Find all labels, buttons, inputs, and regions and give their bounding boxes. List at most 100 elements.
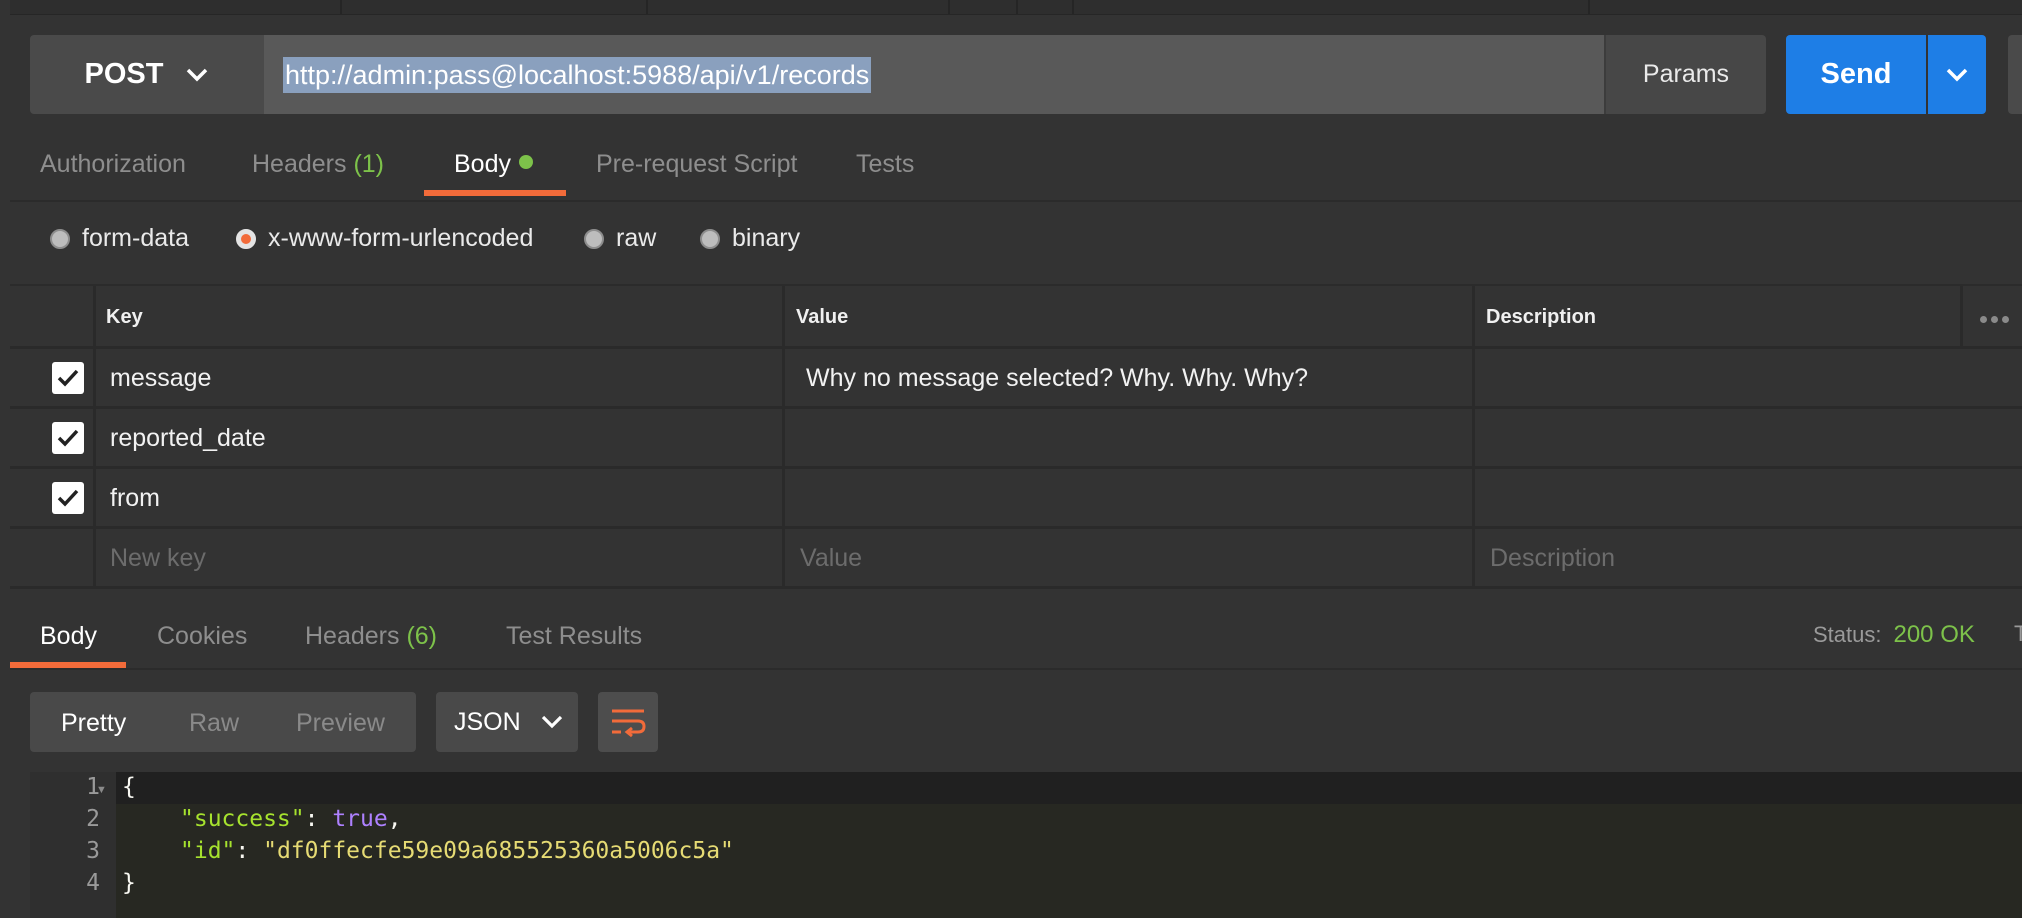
params-label: Params bbox=[1642, 60, 1730, 88]
row-value[interactable]: Why no message selected? Why. Why. Why? bbox=[806, 364, 1308, 393]
url-text: http://admin:pass@localhost:5988/api/v1/… bbox=[283, 56, 872, 93]
response-body-editor[interactable]: 1 ▼ 2 3 4 { "success": true, "id": "df0f… bbox=[30, 772, 2022, 918]
radio-form-data[interactable]: form-data bbox=[50, 224, 189, 253]
line-number: 3 bbox=[86, 838, 100, 864]
request-tabs: Authorization Headers (1) Body Pre-reque… bbox=[10, 130, 2022, 202]
tab-label: Authorization bbox=[40, 150, 186, 178]
code-line-3: "id": "df0ffecfe59e09a685525360a5006c5a" bbox=[180, 838, 734, 864]
json-boolean: true bbox=[332, 806, 388, 832]
radio-circle bbox=[50, 228, 70, 249]
tab-body[interactable]: Body bbox=[454, 150, 533, 179]
new-value-input[interactable]: Value bbox=[800, 544, 862, 573]
tab-strip bbox=[10, 0, 2022, 15]
headers-count-badge: (1) bbox=[353, 150, 385, 178]
row-checkbox[interactable] bbox=[52, 422, 84, 454]
column-header-value: Value bbox=[796, 306, 849, 328]
response-status: Status: 200 OK bbox=[1813, 621, 1975, 649]
tab-label: Headers bbox=[252, 150, 347, 178]
method-select[interactable]: POST bbox=[30, 35, 264, 114]
json-string: "df0ffecfe59e09a685525360a5006c5a" bbox=[263, 838, 734, 864]
tab-separator bbox=[1588, 0, 1590, 14]
radio-binary[interactable]: binary bbox=[700, 224, 800, 253]
json-key: "success" bbox=[180, 806, 305, 832]
view-pretty-button[interactable]: Pretty bbox=[61, 709, 126, 738]
current-line-highlight bbox=[116, 772, 2022, 804]
radio-circle-selected bbox=[236, 228, 256, 249]
code-token: { bbox=[122, 774, 136, 800]
tab-response-headers[interactable]: Headers (6) bbox=[305, 622, 437, 651]
row-key[interactable]: reported_date bbox=[110, 424, 266, 453]
fold-arrow-icon[interactable]: ▼ bbox=[96, 784, 107, 796]
tab-cookies[interactable]: Cookies bbox=[157, 622, 247, 651]
code-line-4: } bbox=[122, 870, 136, 896]
table-row: from bbox=[10, 469, 2022, 529]
tab-label: Body bbox=[40, 622, 97, 650]
line-number: 4 bbox=[86, 870, 100, 896]
tab-authorization[interactable]: Authorization bbox=[40, 150, 186, 179]
checkbox-checked-icon bbox=[57, 369, 79, 387]
status-badge: 200 OK bbox=[1893, 621, 1975, 648]
tab-label: Tests bbox=[856, 150, 915, 178]
more-dots-icon[interactable] bbox=[1980, 316, 2009, 323]
row-key[interactable]: message bbox=[110, 364, 211, 393]
save-button[interactable] bbox=[2008, 35, 2022, 114]
code-line-2: "success": true, bbox=[180, 806, 402, 832]
tab-test-results[interactable]: Test Results bbox=[506, 622, 642, 651]
view-preview-button[interactable]: Preview bbox=[296, 709, 385, 738]
chevron-down-icon bbox=[187, 68, 208, 81]
chevron-down-icon bbox=[1946, 68, 1968, 81]
json-key: "id" bbox=[180, 838, 236, 864]
radio-label: x-www-form-urlencoded bbox=[268, 224, 534, 252]
tab-separator bbox=[340, 0, 342, 14]
column-header-description: Description bbox=[1486, 306, 1597, 328]
format-label: JSON bbox=[454, 707, 521, 736]
new-description-input[interactable]: Description bbox=[1490, 544, 1615, 573]
method-label: POST bbox=[84, 58, 164, 90]
response-tabs: Body Cookies Headers (6) Test Results bbox=[10, 590, 2022, 670]
tab-separator bbox=[948, 0, 950, 14]
code-line-1: { bbox=[122, 774, 136, 800]
tab-label: Pre-request Script bbox=[596, 150, 798, 178]
body-params-table: Key Value Description message Why no mes… bbox=[10, 286, 2022, 589]
wrap-lines-icon bbox=[612, 709, 646, 737]
new-key-input[interactable]: New key bbox=[110, 544, 206, 573]
tab-separator bbox=[646, 0, 648, 14]
radio-x-www-form-urlencoded[interactable]: x-www-form-urlencoded bbox=[236, 224, 533, 253]
line-number: 2 bbox=[86, 806, 100, 832]
tab-pre-request-script[interactable]: Pre-request Script bbox=[596, 150, 797, 179]
table-row: reported_date bbox=[10, 409, 2022, 469]
tab-label: Headers bbox=[305, 622, 400, 650]
tab-label: Test Results bbox=[506, 622, 643, 650]
radio-label: form-data bbox=[82, 224, 189, 252]
wrap-lines-button[interactable] bbox=[598, 692, 658, 752]
checkbox-checked-icon bbox=[57, 429, 79, 447]
radio-label: binary bbox=[732, 224, 801, 252]
checkbox-checked-icon bbox=[57, 489, 79, 507]
tab-tests[interactable]: Tests bbox=[856, 150, 914, 179]
table-row-new: New key Value Description bbox=[10, 529, 2022, 589]
column-divider bbox=[1960, 286, 1963, 346]
send-button[interactable]: Send bbox=[1786, 35, 1926, 114]
tab-headers[interactable]: Headers (1) bbox=[252, 150, 384, 179]
format-select[interactable]: JSON bbox=[436, 692, 578, 752]
column-header-key: Key bbox=[106, 306, 143, 328]
view-mode-switcher: Pretty Raw Preview bbox=[30, 692, 416, 752]
radio-raw[interactable]: raw bbox=[584, 224, 656, 253]
table-header: Key Value Description bbox=[10, 286, 2022, 349]
tab-label: Body bbox=[454, 150, 511, 178]
row-key[interactable]: from bbox=[110, 484, 160, 513]
active-tab-underline bbox=[424, 190, 566, 196]
tab-label: Cookies bbox=[157, 622, 248, 650]
headers-count-badge: (6) bbox=[406, 622, 438, 650]
row-checkbox[interactable] bbox=[52, 482, 84, 514]
table-row: message Why no message selected? Why. Wh… bbox=[10, 349, 2022, 409]
body-indicator-dot bbox=[518, 155, 533, 170]
tab-response-body[interactable]: Body bbox=[40, 622, 97, 651]
params-button[interactable]: Params bbox=[1604, 35, 1766, 114]
tab-separator bbox=[1072, 0, 1074, 14]
url-input[interactable]: http://admin:pass@localhost:5988/api/v1/… bbox=[264, 35, 1604, 114]
radio-circle bbox=[584, 228, 604, 249]
view-raw-button[interactable]: Raw bbox=[189, 709, 239, 738]
row-checkbox[interactable] bbox=[52, 362, 84, 394]
send-options-button[interactable] bbox=[1928, 35, 1986, 114]
